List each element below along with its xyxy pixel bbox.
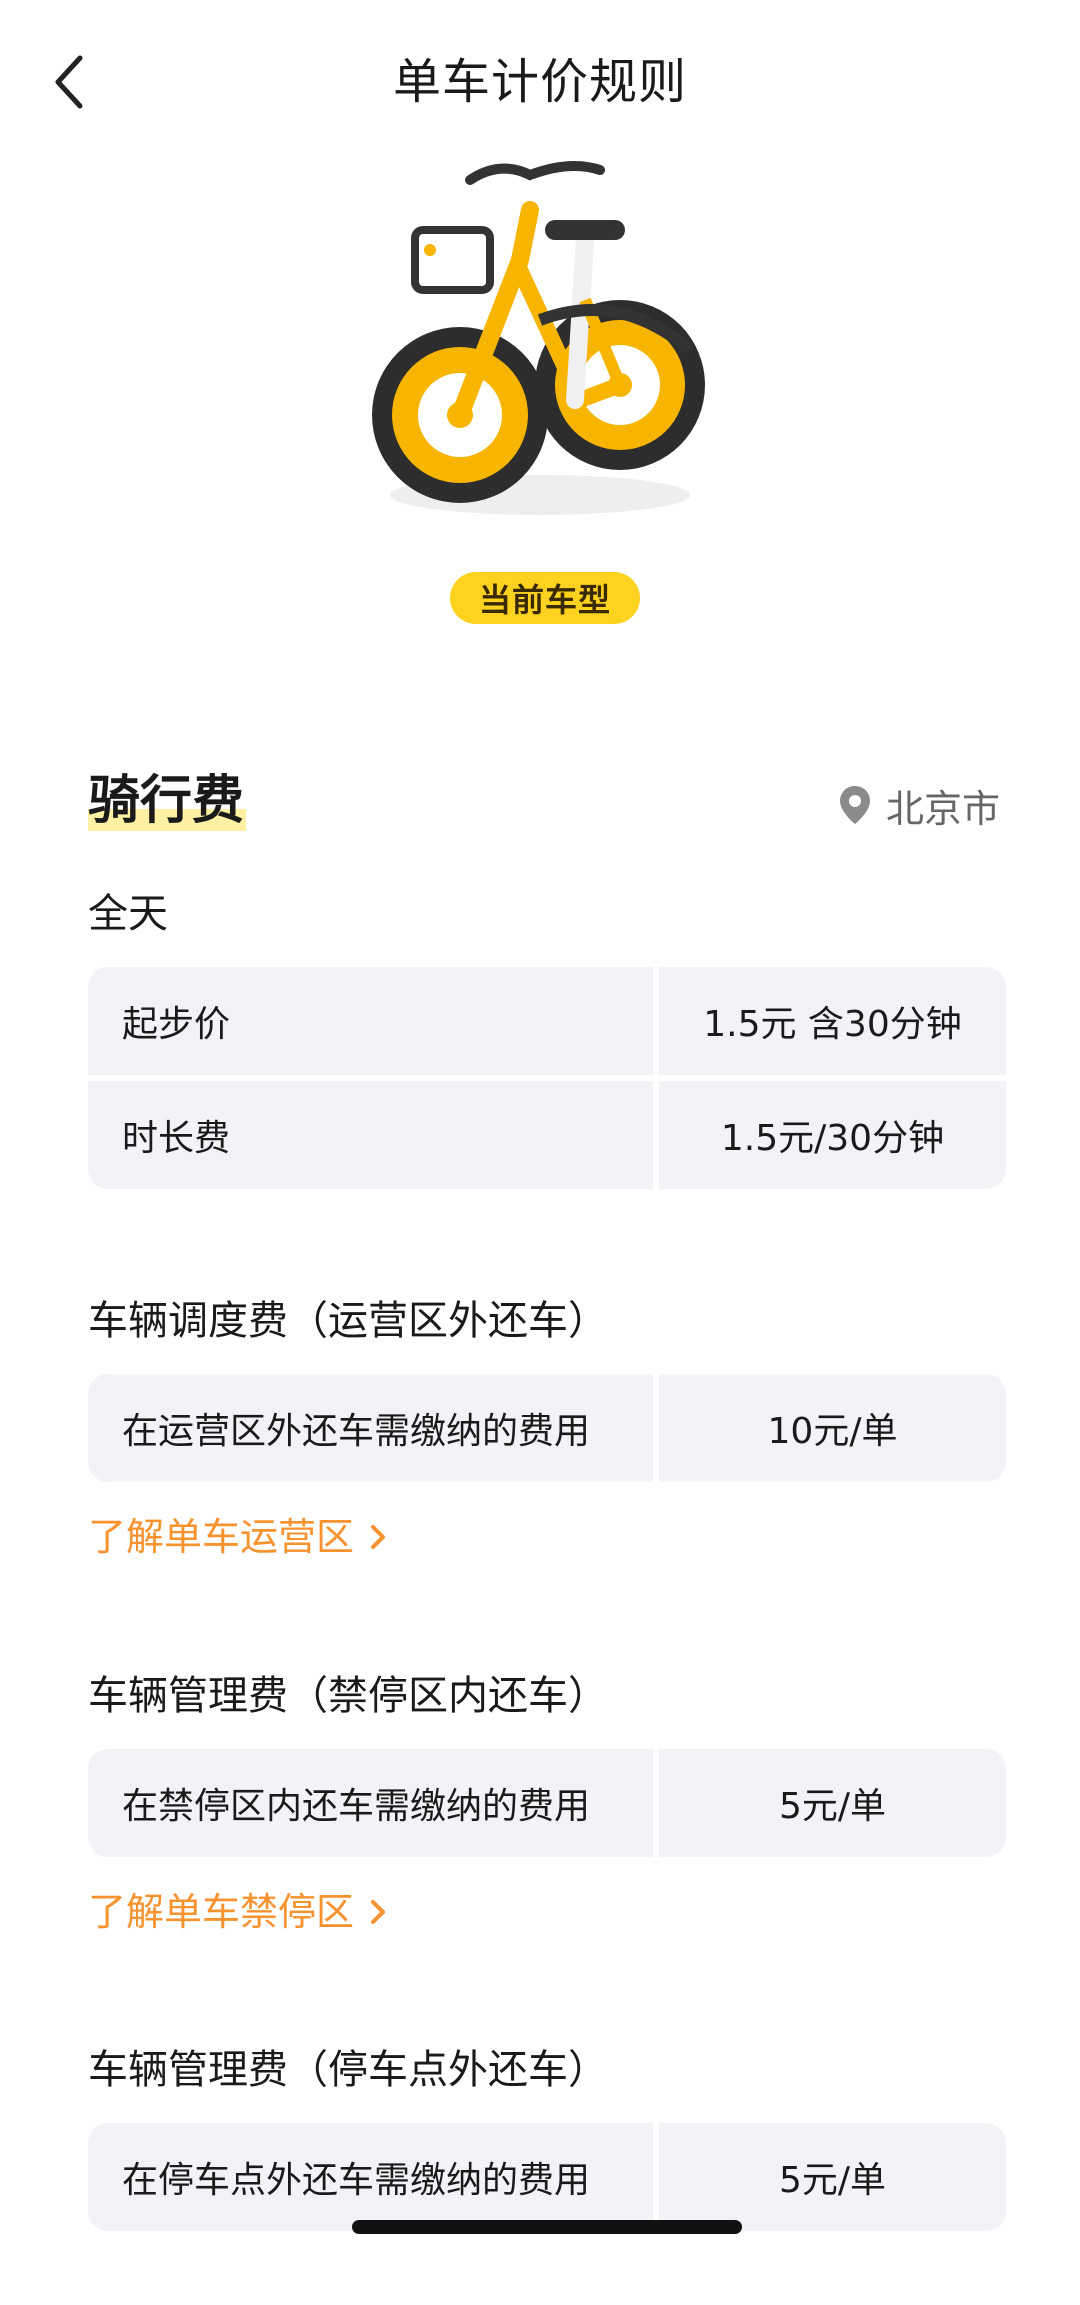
table-row: 在禁停区内还车需缴纳的费用 5元/单	[88, 1749, 1006, 1857]
table-row: 时长费 1.5元/30分钟	[88, 1081, 1006, 1189]
riding-fee-table: 起步价 1.5元 含30分钟 时长费 1.5元/30分钟	[88, 967, 1006, 1189]
fee-label: 在禁停区内还车需缴纳的费用	[88, 1749, 653, 1857]
fee-value: 1.5元 含30分钟	[659, 967, 1006, 1075]
operating-area-link[interactable]: 了解单车运营区	[88, 1510, 388, 1564]
fee-label: 起步价	[88, 967, 653, 1075]
table-row: 在运营区外还车需缴纳的费用 10元/单	[88, 1374, 1006, 1482]
city-selector[interactable]: 北京市	[838, 775, 1000, 835]
table-row: 起步价 1.5元 含30分钟	[88, 967, 1006, 1075]
fee-value: 1.5元/30分钟	[659, 1081, 1006, 1189]
period-label: 全天	[88, 891, 168, 937]
table-row: 在停车点外还车需缴纳的费用 5元/单	[88, 2123, 1006, 2231]
outside-parking-point-fee-heading: 车辆管理费（停车点外还车）	[88, 2047, 608, 2093]
chevron-right-icon	[371, 1525, 386, 1549]
fee-label: 在运营区外还车需缴纳的费用	[88, 1374, 653, 1482]
dispatch-fee-heading: 车辆调度费（运营区外还车）	[88, 1298, 608, 1344]
link-label: 了解单车禁停区	[88, 1890, 355, 1934]
fee-label: 时长费	[88, 1081, 653, 1189]
page-title: 单车计价规则	[392, 54, 687, 110]
fee-value: 5元/单	[659, 2123, 1006, 2231]
no-parking-fee-table: 在禁停区内还车需缴纳的费用 5元/单	[88, 1749, 1006, 1857]
no-parking-zone-link[interactable]: 了解单车禁停区	[88, 1885, 388, 1939]
dispatch-fee-table: 在运营区外还车需缴纳的费用 10元/单	[88, 1374, 1006, 1482]
fee-label: 在停车点外还车需缴纳的费用	[88, 2123, 653, 2231]
navigation-bar: 单车计价规则	[0, 0, 1080, 170]
city-label: 北京市	[885, 786, 1000, 831]
fee-value: 5元/单	[659, 1749, 1006, 1857]
current-model-badge: 当前车型	[450, 572, 640, 624]
home-indicator[interactable]	[352, 2220, 742, 2234]
link-label: 了解单车运营区	[88, 1515, 355, 1559]
no-parking-fee-heading: 车辆管理费（禁停区内还车）	[88, 1673, 608, 1719]
outside-parking-point-fee-table: 在停车点外还车需缴纳的费用 5元/单	[88, 2123, 1006, 2231]
fee-value: 10元/单	[659, 1374, 1006, 1482]
chevron-right-icon	[371, 1900, 386, 1924]
riding-fee-heading: 骑行费	[88, 771, 246, 831]
map-pin-icon	[839, 786, 870, 824]
bike-image	[370, 150, 710, 530]
